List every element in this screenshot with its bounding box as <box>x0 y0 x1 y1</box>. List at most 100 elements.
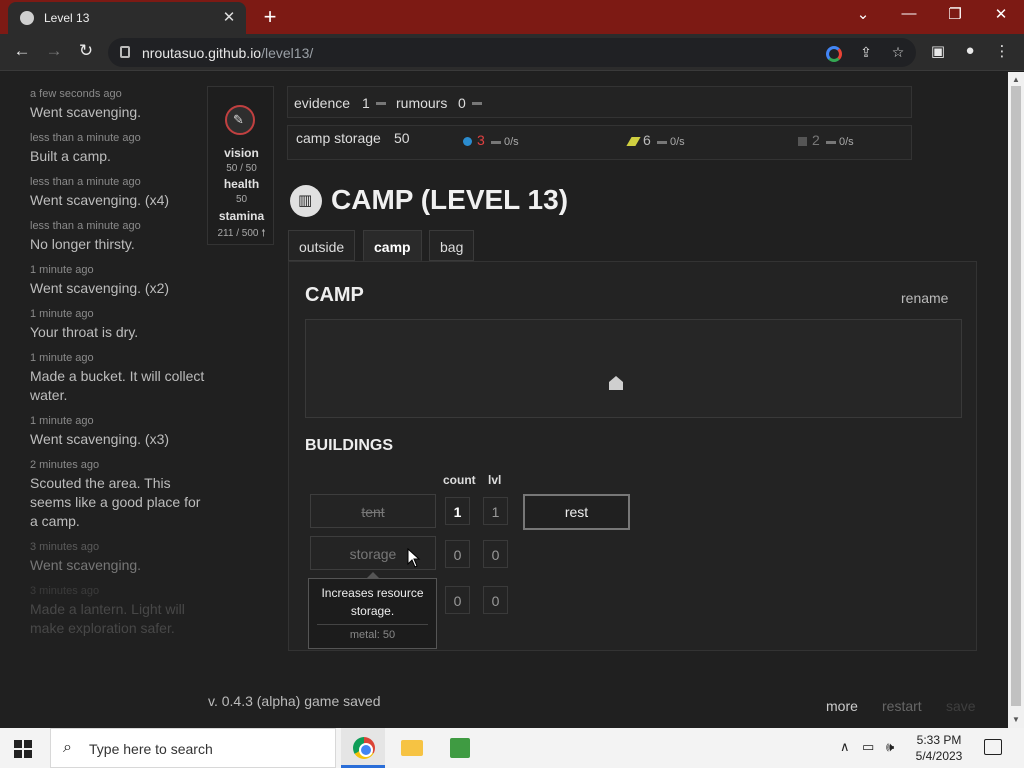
tent-count: 1 <box>445 497 470 525</box>
house-icon <box>609 376 623 390</box>
bookmark-star-icon[interactable]: ☆ <box>888 44 908 61</box>
player-stats: ✎ vision 50 / 50 health 50 stamina 211 /… <box>207 86 274 245</box>
build-tent-button[interactable]: tent <box>310 494 436 528</box>
storage-bar: camp storage 50 3 0/s 6 0/s 2 0/s <box>287 125 912 160</box>
windows-start-icon[interactable] <box>14 740 32 758</box>
vision-label: vision <box>224 146 259 160</box>
share-icon[interactable]: ⇪ <box>856 44 876 61</box>
tab-title: Level 13 <box>44 11 90 25</box>
search-placeholder: Type here to search <box>89 741 213 757</box>
tab-outside[interactable]: outside <box>288 230 356 261</box>
back-icon[interactable]: ← <box>11 41 33 61</box>
tab-search-icon[interactable]: ⌄ <box>848 5 878 23</box>
browser-toolbar: ← → ↻ nroutasuo.github.io/level13/ ⇪ ☆ ▣… <box>0 34 1024 71</box>
event-log: a few seconds ago Went scavenging. less th… <box>30 88 210 648</box>
more-link[interactable]: more <box>826 698 858 714</box>
log-entry: 1 minute ago Went scavenging. (x2) <box>30 264 210 298</box>
scroll-up-icon[interactable]: ▲ <box>1012 75 1020 84</box>
taskbar-search[interactable]: ⌕ Type here to search <box>50 728 336 768</box>
log-entry: less than a minute ago No longer thirsty. <box>30 220 210 254</box>
log-entry: a few seconds ago Went scavenging. <box>30 88 210 122</box>
tab-bag[interactable]: bag <box>429 230 475 261</box>
url-text: nroutasuo.github.io/level13/ <box>142 45 314 61</box>
log-entry: less than a minute ago Went scavenging. (… <box>30 176 210 210</box>
log-time: 3 minutes ago <box>30 585 100 597</box>
rename-link[interactable]: rename <box>901 290 948 306</box>
forward-icon[interactable]: → <box>43 41 65 61</box>
folder-icon <box>401 740 423 756</box>
minimize-button[interactable]: — <box>894 5 924 22</box>
log-time: less than a minute ago <box>30 220 141 232</box>
scroll-thumb[interactable] <box>1011 86 1021 706</box>
google-lens-icon[interactable] <box>826 46 842 62</box>
log-time: less than a minute ago <box>30 132 141 144</box>
rest-button[interactable]: rest <box>523 494 630 530</box>
log-entry: 1 minute ago Made a bucket. It will colle… <box>30 352 210 405</box>
pencil-icon: ✎ <box>233 112 244 127</box>
taskbar-clock[interactable]: 5:33 PM 5/4/2023 <box>910 732 968 764</box>
page-scrollbar[interactable]: ▲ ▼ <box>1008 72 1024 728</box>
new-tab-button[interactable]: + <box>258 4 282 30</box>
scroll-down-icon[interactable]: ▼ <box>1012 715 1020 724</box>
storage-label: camp storage <box>296 130 381 146</box>
dash-icon <box>657 141 667 144</box>
address-bar[interactable]: nroutasuo.github.io/level13/ ⇪ ☆ <box>108 38 916 67</box>
log-time: 1 minute ago <box>30 415 94 427</box>
dash-icon <box>376 102 386 105</box>
chrome-taskbar-button[interactable] <box>341 728 385 768</box>
count-column-header: count <box>443 473 476 487</box>
resource-rate: 0/s <box>839 136 854 148</box>
log-text: Went scavenging. (x4) <box>30 192 170 208</box>
spreadsheet-taskbar-button[interactable] <box>437 728 481 768</box>
camp-map <box>305 319 962 418</box>
tooltip-divider <box>317 624 428 625</box>
network-icon[interactable]: ▭ <box>862 739 874 755</box>
version-text: v. 0.4.3 (alpha) game saved <box>208 693 381 709</box>
side-panel-icon[interactable]: ▣ <box>928 42 948 60</box>
building-level: 0 <box>483 586 508 614</box>
log-text: Scouted the area. This seems like a good… <box>30 475 201 529</box>
browser-tab[interactable]: Level 13 ✕ <box>8 2 246 34</box>
log-text: Went scavenging. (x3) <box>30 431 170 447</box>
building-icon: ▥ <box>290 185 322 217</box>
lock-icon <box>120 46 130 58</box>
chrome-icon <box>353 737 375 759</box>
dash-icon <box>826 141 836 144</box>
log-time: a few seconds ago <box>30 88 122 100</box>
close-window-button[interactable]: ✕ <box>986 5 1016 23</box>
buildings-heading: BUILDINGS <box>305 437 393 454</box>
log-time: 1 minute ago <box>30 264 94 276</box>
log-entry: 3 minutes ago Went scavenging. <box>30 541 210 575</box>
log-entry: 3 minutes ago Made a lantern. Light will … <box>30 585 210 638</box>
rumours-label: rumours <box>396 95 448 111</box>
log-time: 1 minute ago <box>30 352 94 364</box>
evidence-label: evidence <box>294 95 351 111</box>
player-avatar[interactable]: ✎ <box>225 105 255 135</box>
evidence-bar: evidence 1 rumours 0 <box>287 86 912 118</box>
clock-time: 5:33 PM <box>916 733 962 747</box>
search-icon: ⌕ <box>63 739 72 756</box>
profile-icon[interactable]: ● <box>960 42 980 59</box>
save-link[interactable]: save <box>946 698 976 714</box>
maximize-button[interactable]: ❐ <box>940 5 970 23</box>
log-time: 2 minutes ago <box>30 459 100 471</box>
log-entry: 1 minute ago Went scavenging. (x3) <box>30 415 210 449</box>
evidence-value: 1 <box>362 95 370 111</box>
storage-level: 0 <box>483 540 508 568</box>
volume-icon[interactable]: 🕪 <box>886 739 894 755</box>
reload-icon[interactable]: ↻ <box>75 41 97 61</box>
water-icon <box>463 137 472 146</box>
resource-value: 6 <box>643 132 651 148</box>
menu-icon[interactable]: ⋮ <box>992 42 1012 60</box>
page-title: CAMP (LEVEL 13) <box>331 184 569 215</box>
resource-value: 2 <box>812 132 820 148</box>
browser-titlebar: Level 13 ✕ + ⌄ — ❐ ✕ <box>0 0 1024 34</box>
tab-camp[interactable]: camp <box>363 230 422 261</box>
rumours-value: 0 <box>458 95 466 111</box>
tray-overflow-icon[interactable]: ∧ <box>840 739 850 755</box>
log-text: Made a lantern. Light will make explorat… <box>30 601 185 636</box>
notifications-icon[interactable] <box>984 739 1002 755</box>
tab-close-icon[interactable]: ✕ <box>220 8 238 26</box>
restart-link[interactable]: restart <box>882 698 922 714</box>
file-explorer-taskbar-button[interactable] <box>389 728 433 768</box>
